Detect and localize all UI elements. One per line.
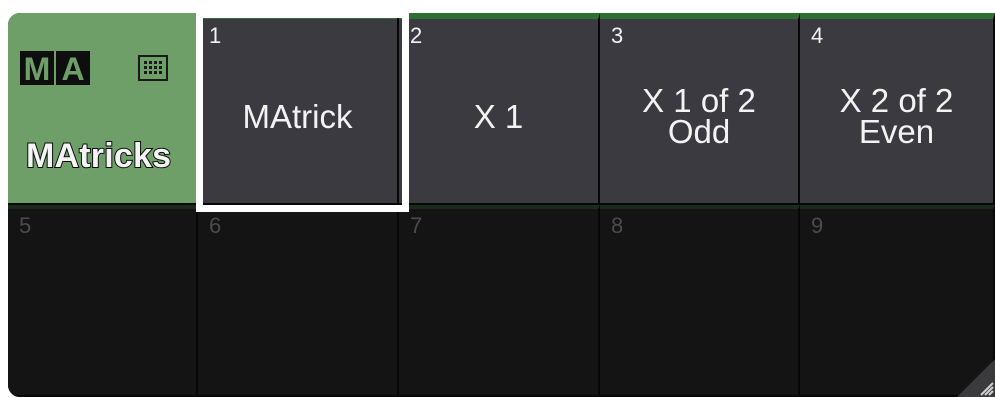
pool-grid: M A MAtricks 1 MAtrick 2 X 1 3 X 1 of 2 … [8, 13, 995, 397]
ma-logo: M A [20, 51, 90, 87]
pool-cell-8[interactable]: 8 [600, 205, 800, 397]
cell-number: 6 [209, 213, 222, 238]
cell-label: X 1 of 2 Odd [642, 82, 756, 150]
cell-number: 7 [410, 213, 423, 238]
pool-cell-2[interactable]: 2 X 1 [399, 13, 600, 205]
pool-cell-6[interactable]: 6 [198, 205, 399, 397]
cell-label: X 2 of 2 Even [839, 82, 954, 150]
cell-label: X 1 [473, 97, 524, 135]
matricks-pool-window: M A MAtricks 1 MAtrick 2 X 1 3 X 1 of 2 … [8, 13, 995, 397]
pool-cell-5[interactable]: 5 [8, 205, 198, 397]
logo-letter-a: A [56, 51, 90, 87]
cell-number: 5 [19, 213, 32, 238]
logo-letter-m: M [20, 51, 54, 87]
resize-handle-icon[interactable] [951, 353, 995, 397]
pool-title-cell[interactable]: M A MAtricks [8, 13, 198, 205]
cell-number: 9 [811, 213, 824, 238]
pool-cell-7[interactable]: 7 [399, 205, 600, 397]
pool-cell-3[interactable]: 3 X 1 of 2 Odd [600, 13, 800, 205]
cell-label: MAtrick [242, 97, 353, 135]
cell-number: 8 [611, 213, 624, 238]
pool-cell-4[interactable]: 4 X 2 of 2 Even [800, 13, 995, 205]
pool-cell-1[interactable]: 1 MAtrick [198, 13, 399, 205]
grid-icon[interactable] [138, 55, 168, 81]
pool-title: MAtricks [25, 136, 172, 176]
